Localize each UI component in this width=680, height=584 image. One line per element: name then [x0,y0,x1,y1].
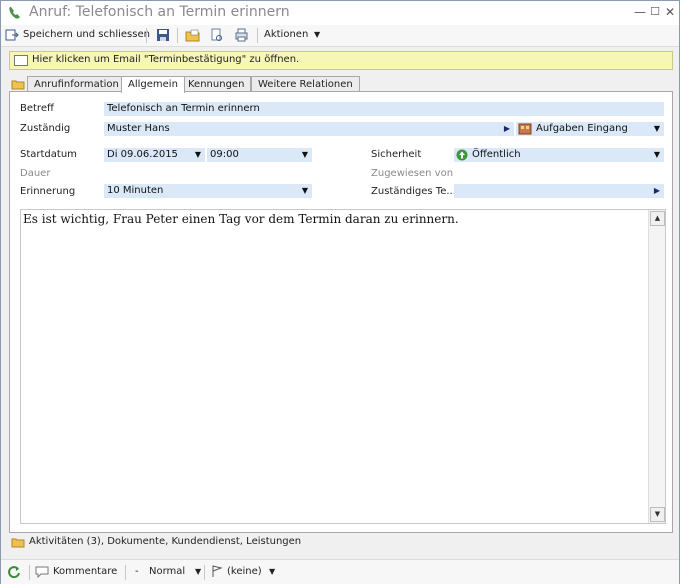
toolbar-separator [257,28,258,43]
zugewiesen-label: Zugewiesen von [371,168,454,179]
arrow-right-icon[interactable]: ▶ [654,184,660,198]
status-separator [125,565,126,580]
tab-allgemein[interactable]: Allgemein [121,76,185,93]
related-items-text: Aktivitäten (3), Dokumente, Kundendienst… [29,536,302,547]
inbox-icon [518,123,532,135]
save-close-icon [5,29,19,41]
chevron-down-icon: ▼ [653,124,660,133]
print-icon[interactable] [234,28,249,42]
toolbar: Speichern und schliessen Aktionen ▼ [1,25,679,47]
scroll-down-button[interactable]: ▼ [650,507,665,522]
email-icon [14,55,28,66]
chevron-down-icon: ▼ [301,186,308,195]
refresh-icon[interactable] [7,565,21,579]
zustaendiges-team-input[interactable]: ▶ [454,184,664,198]
erinnerung-label: Erinnerung [20,186,76,197]
dauer-label: Dauer [20,168,51,179]
actions-menu[interactable]: Aktionen ▼ [264,27,320,43]
zustaendiges-team-label: Zuständiges Te... [371,186,456,197]
erinnerung-value: 10 Minuten [107,185,164,196]
zustaendig-label: Zuständig [20,123,71,134]
title-bar: Anruf: Telefonisch an Termin erinnern — … [1,1,679,25]
start-date-value: Di 09.06.2015 [107,149,178,160]
erinnerung-select[interactable]: 10 Minuten ▼ [104,184,312,198]
sicherheit-value: Öffentlich [472,149,521,160]
print-preview-icon[interactable] [209,28,224,42]
window-title: Anruf: Telefonisch an Termin erinnern [29,4,290,20]
folder-icon [11,538,25,548]
tab-panel-allgemein: Betreff Telefonisch an Termin erinnern Z… [9,91,673,533]
zustaendig-value: Muster Hans [107,123,170,134]
minimize-button[interactable]: — [633,5,647,19]
notes-text: Es ist wichtig, Frau Peter einen Tag vor… [23,212,459,226]
notes-editor[interactable]: Es ist wichtig, Frau Peter einen Tag vor… [20,209,666,524]
chevron-down-icon: ▼ [195,567,202,576]
priority-value: Normal [149,566,186,577]
start-time-select[interactable]: 09:00 ▼ [207,148,312,162]
chevron-down-icon: ▼ [301,150,308,159]
public-up-arrow-icon [456,149,468,161]
flag-value: (keine) [227,566,262,577]
queue-value: Aufgaben Eingang [536,123,628,134]
start-date-picker[interactable]: Di 09.06.2015 ▼ [104,148,205,162]
close-button[interactable]: ✕ [663,5,677,19]
chevron-down-icon: ▼ [269,567,276,576]
comment-icon [35,566,49,578]
folder-mail-icon[interactable] [185,28,200,42]
save-close-label: Speichern und schliessen [23,29,150,40]
status-separator [29,565,30,580]
arrow-right-icon[interactable]: ▶ [504,122,510,136]
chevron-down-icon: ▼ [194,150,201,159]
queue-select[interactable]: Aufgaben Eingang ▼ [516,122,664,136]
tab-anrufinformation[interactable]: Anrufinformation [27,76,126,92]
maximize-button[interactable]: ☐ [648,5,662,19]
phone-icon [9,7,20,19]
sicherheit-label: Sicherheit [371,149,422,160]
folder-icon [11,80,25,90]
toolbar-separator [177,28,178,43]
activity-window: Anruf: Telefonisch an Termin erinnern — … [0,0,680,584]
betreff-input[interactable]: Telefonisch an Termin erinnern [104,102,664,116]
startdatum-label: Startdatum [20,149,77,160]
tab-strip: Anrufinformation Allgemein Kennungen Wei… [9,76,671,93]
zustaendig-input[interactable]: Muster Hans ▶ [104,122,514,136]
save-icon[interactable] [156,28,170,42]
toolbar-separator [146,28,147,43]
status-separator [204,565,205,580]
chevron-down-icon: ▼ [314,30,321,39]
betreff-label: Betreff [20,103,54,114]
editor-scrollbar[interactable]: ▲ ▼ [648,210,665,523]
status-bar: Kommentare - Normal ▼ (keine) ▼ [1,559,679,584]
actions-label: Aktionen [264,29,309,40]
tab-kennungen[interactable]: Kennungen [181,76,252,92]
scroll-up-button[interactable]: ▲ [650,211,665,226]
email-infobar[interactable]: Hier klicken um Email "Terminbestätigung… [9,51,673,70]
comments-label: Kommentare [53,566,118,577]
flag-icon [212,565,223,577]
start-time-value: 09:00 [210,149,239,160]
priority-dash-icon: - [135,566,139,577]
infobar-text: Hier klicken um Email "Terminbestätigung… [32,54,300,65]
chevron-down-icon: ▼ [653,150,660,159]
sicherheit-select[interactable]: Öffentlich ▼ [454,148,664,162]
tab-weitere-relationen[interactable]: Weitere Relationen [251,76,360,92]
